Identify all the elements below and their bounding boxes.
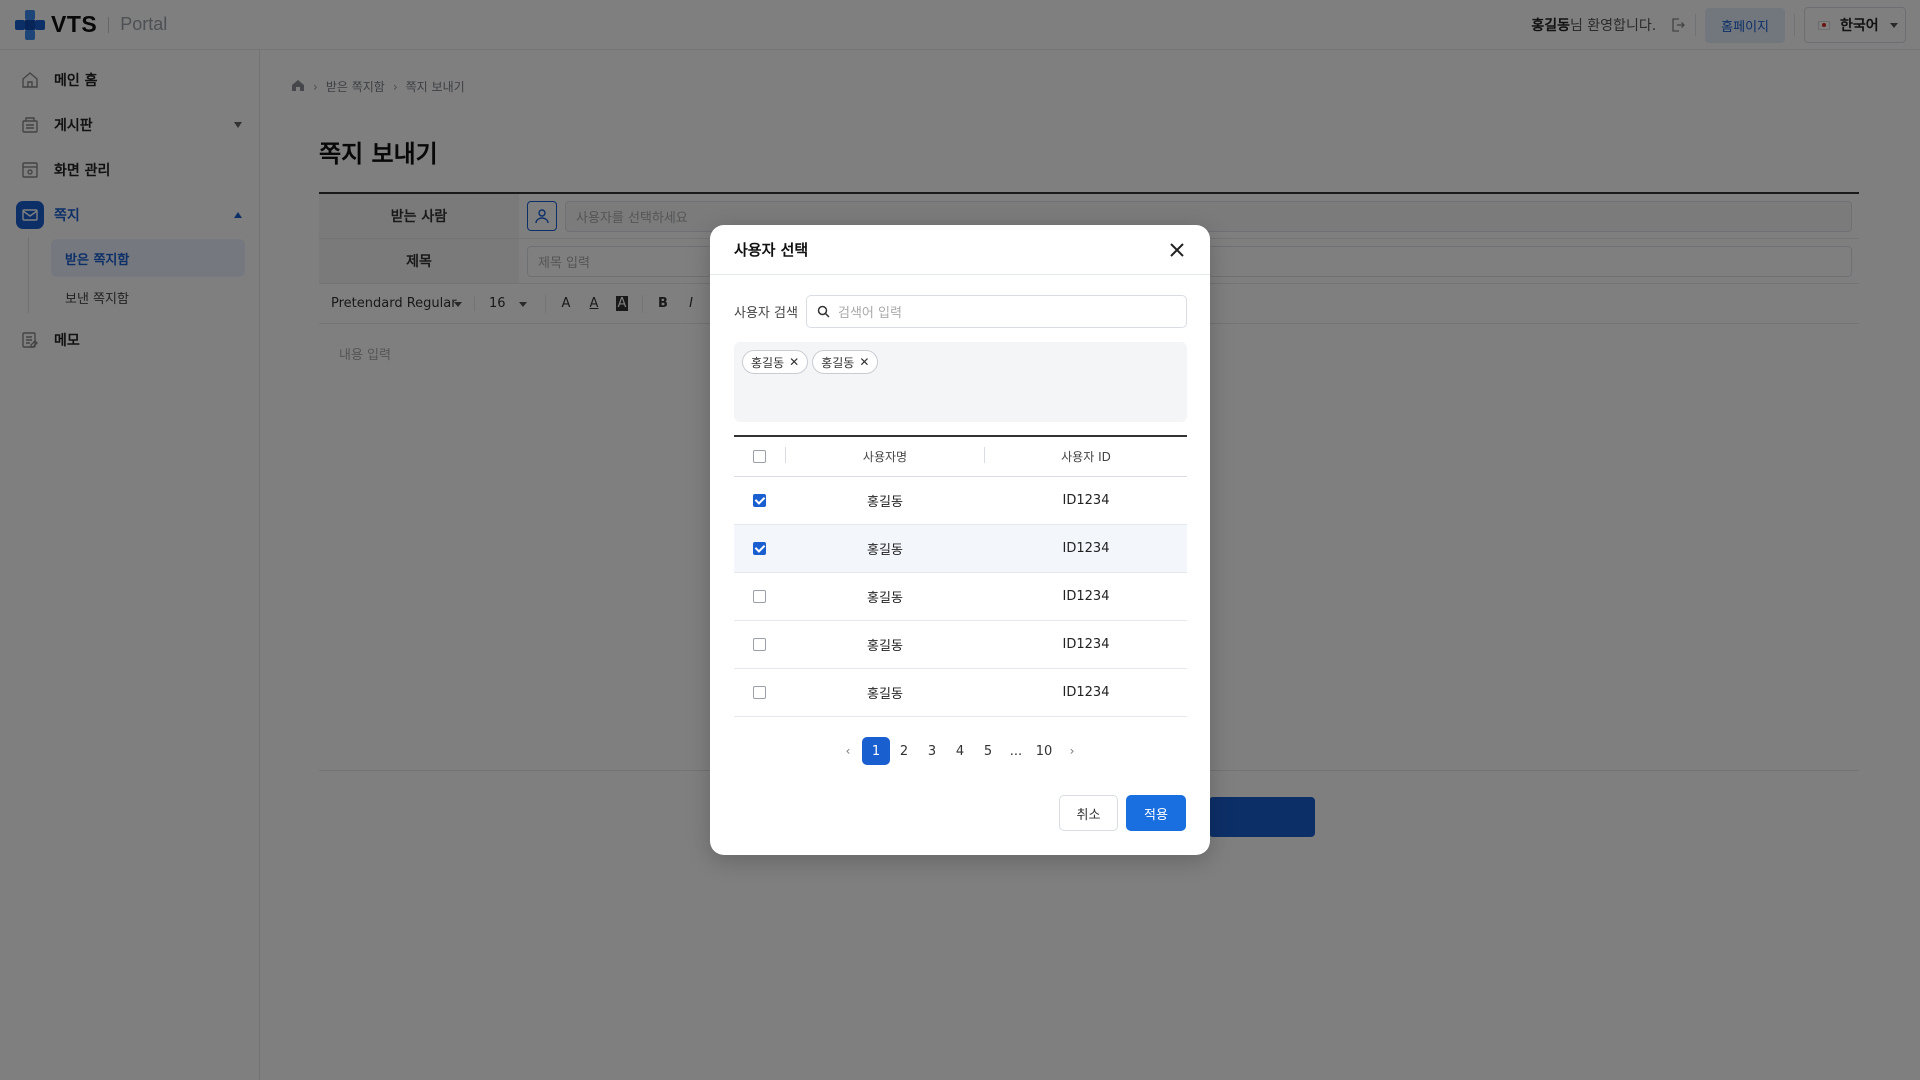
pagination: ‹ 1 2 3 4 5 ... 10 › (710, 737, 1210, 765)
search-input[interactable]: 검색어 입력 (806, 295, 1187, 328)
search-icon (817, 305, 830, 318)
apply-button[interactable]: 적용 (1126, 795, 1186, 831)
row-checkbox[interactable] (753, 590, 766, 603)
user-select-modal: 사용자 선택 사용자 검색 검색어 입력 홍길동 ✕ 홍길동 ✕ 사용자명 사용자 … (710, 225, 1210, 855)
selected-user-chip: 홍길동 ✕ (812, 350, 879, 374)
row-checkbox[interactable] (753, 542, 766, 555)
next-page-icon[interactable]: › (1058, 737, 1086, 765)
modal-footer: 취소 적용 (1059, 795, 1186, 831)
page-ellipsis: ... (1009, 743, 1023, 759)
modal-title: 사용자 선택 (734, 241, 809, 259)
remove-icon[interactable]: ✕ (789, 355, 799, 369)
row-checkbox[interactable] (753, 494, 766, 507)
user-table: 사용자명 사용자 ID 홍길동 ID1234 홍길동 ID1234 홍길동 ID… (734, 435, 1187, 717)
prev-page-icon[interactable]: ‹ (834, 737, 862, 765)
page-button-5[interactable]: 5 (974, 737, 1002, 765)
table-row[interactable]: 홍길동 ID1234 (734, 525, 1187, 573)
remove-icon[interactable]: ✕ (859, 355, 869, 369)
user-id-cell: ID1234 (1062, 541, 1110, 556)
user-name-cell: 홍길동 (867, 687, 903, 702)
user-id-cell: ID1234 (1062, 637, 1110, 652)
table-row[interactable]: 홍길동 ID1234 (734, 621, 1187, 669)
user-name-cell: 홍길동 (867, 639, 903, 654)
user-id-cell: ID1234 (1062, 589, 1110, 604)
selected-users: 홍길동 ✕ 홍길동 ✕ (734, 342, 1187, 422)
table-row[interactable]: 홍길동 ID1234 (734, 477, 1187, 525)
selected-user-chip: 홍길동 ✕ (742, 350, 809, 374)
chip-label: 홍길동 (751, 355, 785, 370)
search-placeholder: 검색어 입력 (838, 306, 902, 321)
close-icon[interactable] (1168, 241, 1186, 259)
user-name-cell: 홍길동 (867, 495, 903, 510)
table-row[interactable]: 홍길동 ID1234 (734, 669, 1187, 717)
cancel-button[interactable]: 취소 (1059, 795, 1118, 831)
user-name-cell: 홍길동 (867, 591, 903, 606)
row-checkbox[interactable] (753, 638, 766, 651)
user-id-cell: ID1234 (1062, 493, 1110, 508)
user-id-cell: ID1234 (1062, 685, 1110, 700)
page-button-2[interactable]: 2 (890, 737, 918, 765)
table-header: 사용자명 사용자 ID (734, 437, 1187, 477)
search-label: 사용자 검색 (734, 306, 798, 321)
page-button-4[interactable]: 4 (946, 737, 974, 765)
column-header-id: 사용자 ID (1061, 450, 1111, 464)
page-button-10[interactable]: 10 (1030, 737, 1058, 765)
user-name-cell: 홍길동 (867, 543, 903, 558)
page-button-3[interactable]: 3 (918, 737, 946, 765)
table-row[interactable]: 홍길동 ID1234 (734, 573, 1187, 621)
chip-label: 홍길동 (821, 355, 855, 370)
page-button-1[interactable]: 1 (862, 737, 890, 765)
user-search-row: 사용자 검색 검색어 입력 (734, 295, 1187, 328)
row-checkbox[interactable] (753, 686, 766, 699)
column-header-name: 사용자명 (785, 447, 985, 465)
modal-header: 사용자 선택 (710, 225, 1210, 275)
select-all-checkbox[interactable] (753, 450, 766, 463)
